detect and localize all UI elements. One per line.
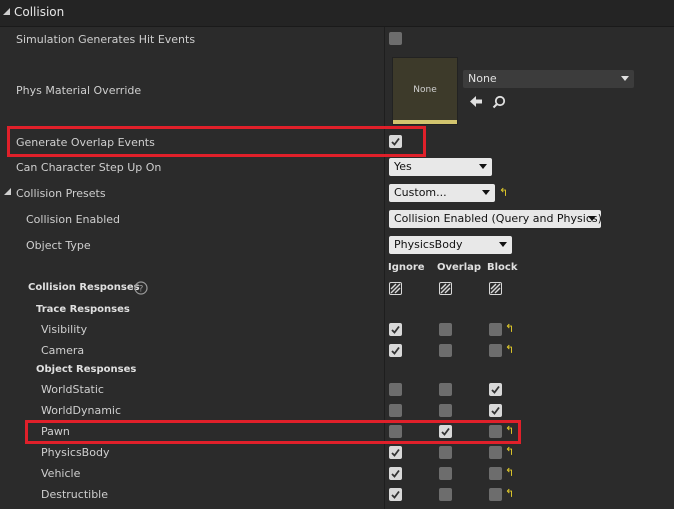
vehicle-block-checkbox[interactable] bbox=[489, 467, 502, 480]
section-title: Collision bbox=[14, 5, 65, 19]
reset-to-default-icon[interactable]: ↰ bbox=[505, 343, 514, 356]
object-type-value: PhysicsBody bbox=[394, 238, 463, 251]
reset-to-default-icon[interactable]: ↰ bbox=[505, 445, 514, 458]
use-selected-arrow-icon[interactable] bbox=[469, 95, 483, 108]
browse-search-icon[interactable] bbox=[492, 95, 506, 109]
thumbnail-text: None bbox=[413, 85, 437, 95]
worlddynamic-overlap-checkbox[interactable] bbox=[439, 404, 452, 417]
camera-overlap-checkbox[interactable] bbox=[439, 344, 452, 357]
visibility-block-checkbox[interactable] bbox=[489, 323, 502, 336]
block-all-toggle[interactable] bbox=[489, 282, 502, 295]
physicsbody-ignore-checkbox[interactable] bbox=[389, 446, 402, 459]
highlight-gen-overlap bbox=[7, 126, 426, 157]
presets-combo[interactable]: Custom... bbox=[389, 184, 495, 202]
collision-section-header[interactable]: Collision bbox=[0, 0, 674, 27]
reset-to-default-icon[interactable]: ↰ bbox=[505, 322, 514, 335]
collapse-arrow-icon[interactable] bbox=[3, 8, 11, 16]
channel-label: PhysicsBody bbox=[41, 446, 110, 459]
channel-label: Vehicle bbox=[41, 467, 81, 480]
col-block-header: Block bbox=[487, 262, 518, 273]
worldstatic-ignore-checkbox[interactable] bbox=[389, 383, 402, 396]
object-type-combo[interactable]: PhysicsBody bbox=[389, 236, 512, 254]
coll-responses-label: Collision Responses bbox=[28, 282, 140, 293]
overlap-all-toggle[interactable] bbox=[439, 282, 452, 295]
svg-text:?: ? bbox=[139, 285, 144, 295]
channel-label: WorldDynamic bbox=[41, 404, 122, 417]
physicsbody-overlap-checkbox[interactable] bbox=[439, 446, 452, 459]
sim-hit-label: Simulation Generates Hit Events bbox=[16, 33, 196, 46]
channel-label: Visibility bbox=[41, 323, 88, 336]
reset-to-default-icon[interactable]: ↰ bbox=[499, 186, 508, 199]
destructible-ignore-checkbox[interactable] bbox=[389, 488, 402, 501]
expand-arrow-icon[interactable] bbox=[4, 188, 12, 196]
channel-label: Camera bbox=[41, 344, 85, 357]
col-ignore-header: Ignore bbox=[388, 262, 425, 273]
coll-enabled-value: Collision Enabled (Query and Physics) bbox=[394, 212, 602, 225]
visibility-overlap-checkbox[interactable] bbox=[439, 323, 452, 336]
visibility-ignore-checkbox[interactable] bbox=[389, 323, 402, 336]
sim-hit-checkbox[interactable] bbox=[389, 32, 402, 45]
destructible-block-checkbox[interactable] bbox=[489, 488, 502, 501]
col-overlap-header: Overlap bbox=[437, 262, 482, 273]
phys-material-label: Phys Material Override bbox=[16, 84, 142, 97]
chevron-down-icon bbox=[588, 216, 596, 221]
highlight-pawn bbox=[25, 420, 521, 444]
worldstatic-block-checkbox[interactable] bbox=[489, 383, 502, 396]
coll-enabled-label: Collision Enabled bbox=[26, 213, 121, 226]
worldstatic-overlap-checkbox[interactable] bbox=[439, 383, 452, 396]
chevron-down-icon bbox=[482, 190, 490, 195]
phys-material-value: None bbox=[468, 72, 497, 85]
char-step-combo[interactable]: Yes bbox=[389, 158, 492, 176]
worlddynamic-block-checkbox[interactable] bbox=[489, 404, 502, 417]
object-responses-label: Object Responses bbox=[36, 364, 137, 375]
presets-value: Custom... bbox=[394, 186, 447, 199]
chevron-down-icon bbox=[499, 242, 507, 247]
phys-material-combo[interactable]: None bbox=[463, 70, 634, 88]
object-type-label: Object Type bbox=[26, 239, 91, 252]
channel-label: WorldStatic bbox=[41, 383, 104, 396]
trace-responses-label: Trace Responses bbox=[36, 304, 130, 315]
help-icon[interactable]: ? bbox=[134, 281, 148, 295]
coll-enabled-combo[interactable]: Collision Enabled (Query and Physics) bbox=[389, 210, 602, 228]
chevron-down-icon bbox=[479, 164, 487, 169]
camera-block-checkbox[interactable] bbox=[489, 344, 502, 357]
ignore-all-toggle[interactable] bbox=[389, 282, 402, 295]
reset-to-default-icon[interactable]: ↰ bbox=[505, 466, 514, 479]
channel-label: Destructible bbox=[41, 488, 108, 501]
char-step-label: Can Character Step Up On bbox=[16, 161, 162, 174]
destructible-overlap-checkbox[interactable] bbox=[439, 488, 452, 501]
physicsbody-block-checkbox[interactable] bbox=[489, 446, 502, 459]
char-step-value: Yes bbox=[394, 160, 412, 173]
chevron-down-icon bbox=[621, 76, 629, 81]
vehicle-overlap-checkbox[interactable] bbox=[439, 467, 452, 480]
presets-label: Collision Presets bbox=[16, 187, 106, 200]
reset-to-default-icon[interactable]: ↰ bbox=[505, 487, 514, 500]
camera-ignore-checkbox[interactable] bbox=[389, 344, 402, 357]
vehicle-ignore-checkbox[interactable] bbox=[389, 467, 402, 480]
worlddynamic-ignore-checkbox[interactable] bbox=[389, 404, 402, 417]
thumbnail-bar bbox=[393, 120, 457, 124]
material-thumbnail[interactable]: None bbox=[392, 57, 458, 125]
